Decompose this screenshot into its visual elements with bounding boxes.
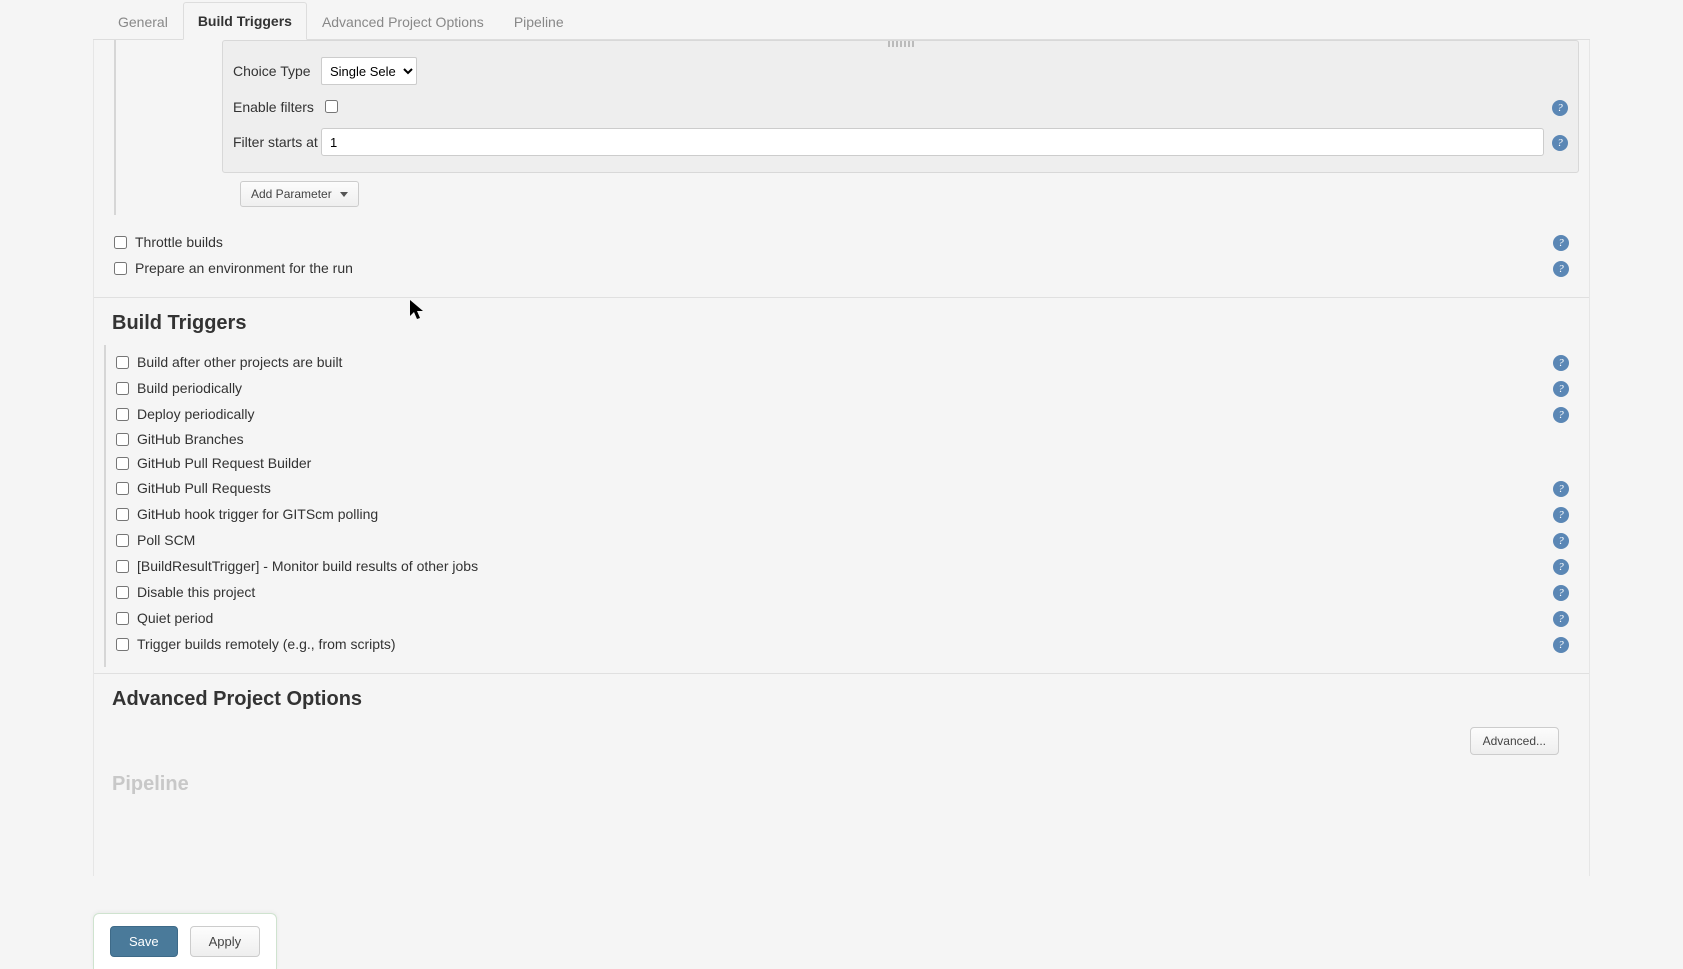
enable-filters-checkbox[interactable] — [325, 100, 338, 113]
enable-filters-label: Enable filters — [233, 99, 321, 115]
trigger-build-periodically-checkbox[interactable] — [116, 382, 129, 395]
parameter-block: Choice Type Single Select Enable filters — [222, 40, 1579, 173]
help-icon[interactable]: ? — [1553, 381, 1569, 397]
help-icon[interactable]: ? — [1553, 407, 1569, 423]
drag-handle-icon[interactable] — [888, 41, 914, 47]
help-icon[interactable]: ? — [1553, 533, 1569, 549]
filter-starts-at-label: Filter starts at — [233, 134, 321, 150]
chevron-down-icon — [340, 192, 348, 197]
help-icon[interactable]: ? — [1553, 261, 1569, 277]
apply-button[interactable]: Apply — [190, 926, 261, 957]
trigger-poll-scm-checkbox[interactable] — [116, 534, 129, 547]
prepare-env-checkbox[interactable] — [114, 262, 127, 275]
prepare-env-label: Prepare an environment for the run — [135, 260, 1553, 276]
advanced-project-options-heading: Advanced Project Options — [94, 673, 1589, 721]
trigger-quiet-period-checkbox[interactable] — [116, 612, 129, 625]
help-icon[interactable]: ? — [1553, 637, 1569, 653]
trigger-remote-checkbox[interactable] — [116, 638, 129, 651]
save-button[interactable]: Save — [110, 926, 178, 957]
help-icon[interactable]: ? — [1553, 355, 1569, 371]
trigger-deploy-periodically-label: Deploy periodically — [137, 406, 1553, 422]
filter-starts-at-input[interactable] — [321, 128, 1544, 156]
tab-pipeline[interactable]: Pipeline — [499, 3, 579, 40]
trigger-github-branches-checkbox[interactable] — [116, 433, 129, 446]
trigger-disable-project-label: Disable this project — [137, 584, 1553, 600]
trigger-github-pr-label: GitHub Pull Requests — [137, 480, 1553, 496]
trigger-deploy-periodically-checkbox[interactable] — [116, 408, 129, 421]
help-icon[interactable]: ? — [1553, 585, 1569, 601]
trigger-remote-label: Trigger builds remotely (e.g., from scri… — [137, 636, 1553, 652]
trigger-build-result-label: [BuildResultTrigger] - Monitor build res… — [137, 558, 1553, 574]
trigger-build-periodically-label: Build periodically — [137, 380, 1553, 396]
tab-advanced-project-options[interactable]: Advanced Project Options — [307, 3, 499, 40]
trigger-github-prb-checkbox[interactable] — [116, 457, 129, 470]
trigger-github-branches-label: GitHub Branches — [137, 431, 1569, 447]
trigger-github-hook-label: GitHub hook trigger for GITScm polling — [137, 506, 1553, 522]
trigger-disable-project-checkbox[interactable] — [116, 586, 129, 599]
trigger-quiet-period-label: Quiet period — [137, 610, 1553, 626]
trigger-github-hook-checkbox[interactable] — [116, 508, 129, 521]
help-icon[interactable]: ? — [1553, 611, 1569, 627]
choice-type-select[interactable]: Single Select — [321, 57, 417, 85]
trigger-build-after-other-label: Build after other projects are built — [137, 354, 1553, 370]
help-icon[interactable]: ? — [1553, 481, 1569, 497]
add-parameter-button[interactable]: Add Parameter — [240, 181, 359, 207]
tab-build-triggers[interactable]: Build Triggers — [183, 2, 307, 40]
config-tabbar: General Build Triggers Advanced Project … — [93, 0, 1590, 40]
help-icon[interactable]: ? — [1553, 559, 1569, 575]
trigger-github-prb-label: GitHub Pull Request Builder — [137, 455, 1569, 471]
build-triggers-heading: Build Triggers — [94, 297, 1589, 345]
trigger-build-result-checkbox[interactable] — [116, 560, 129, 573]
help-icon[interactable]: ? — [1552, 100, 1568, 116]
throttle-builds-checkbox[interactable] — [114, 236, 127, 249]
trigger-github-pr-checkbox[interactable] — [116, 482, 129, 495]
help-icon[interactable]: ? — [1553, 235, 1569, 251]
advanced-button[interactable]: Advanced... — [1470, 727, 1559, 755]
help-icon[interactable]: ? — [1553, 507, 1569, 523]
choice-type-label: Choice Type — [233, 63, 321, 79]
tab-general[interactable]: General — [103, 3, 183, 40]
throttle-builds-label: Throttle builds — [135, 234, 1553, 250]
add-parameter-label: Add Parameter — [251, 187, 332, 201]
trigger-build-after-other-checkbox[interactable] — [116, 356, 129, 369]
help-icon[interactable]: ? — [1552, 135, 1568, 151]
pipeline-heading: Pipeline — [94, 765, 1589, 796]
footer-actions: Save Apply — [93, 913, 277, 969]
trigger-poll-scm-label: Poll SCM — [137, 532, 1553, 548]
